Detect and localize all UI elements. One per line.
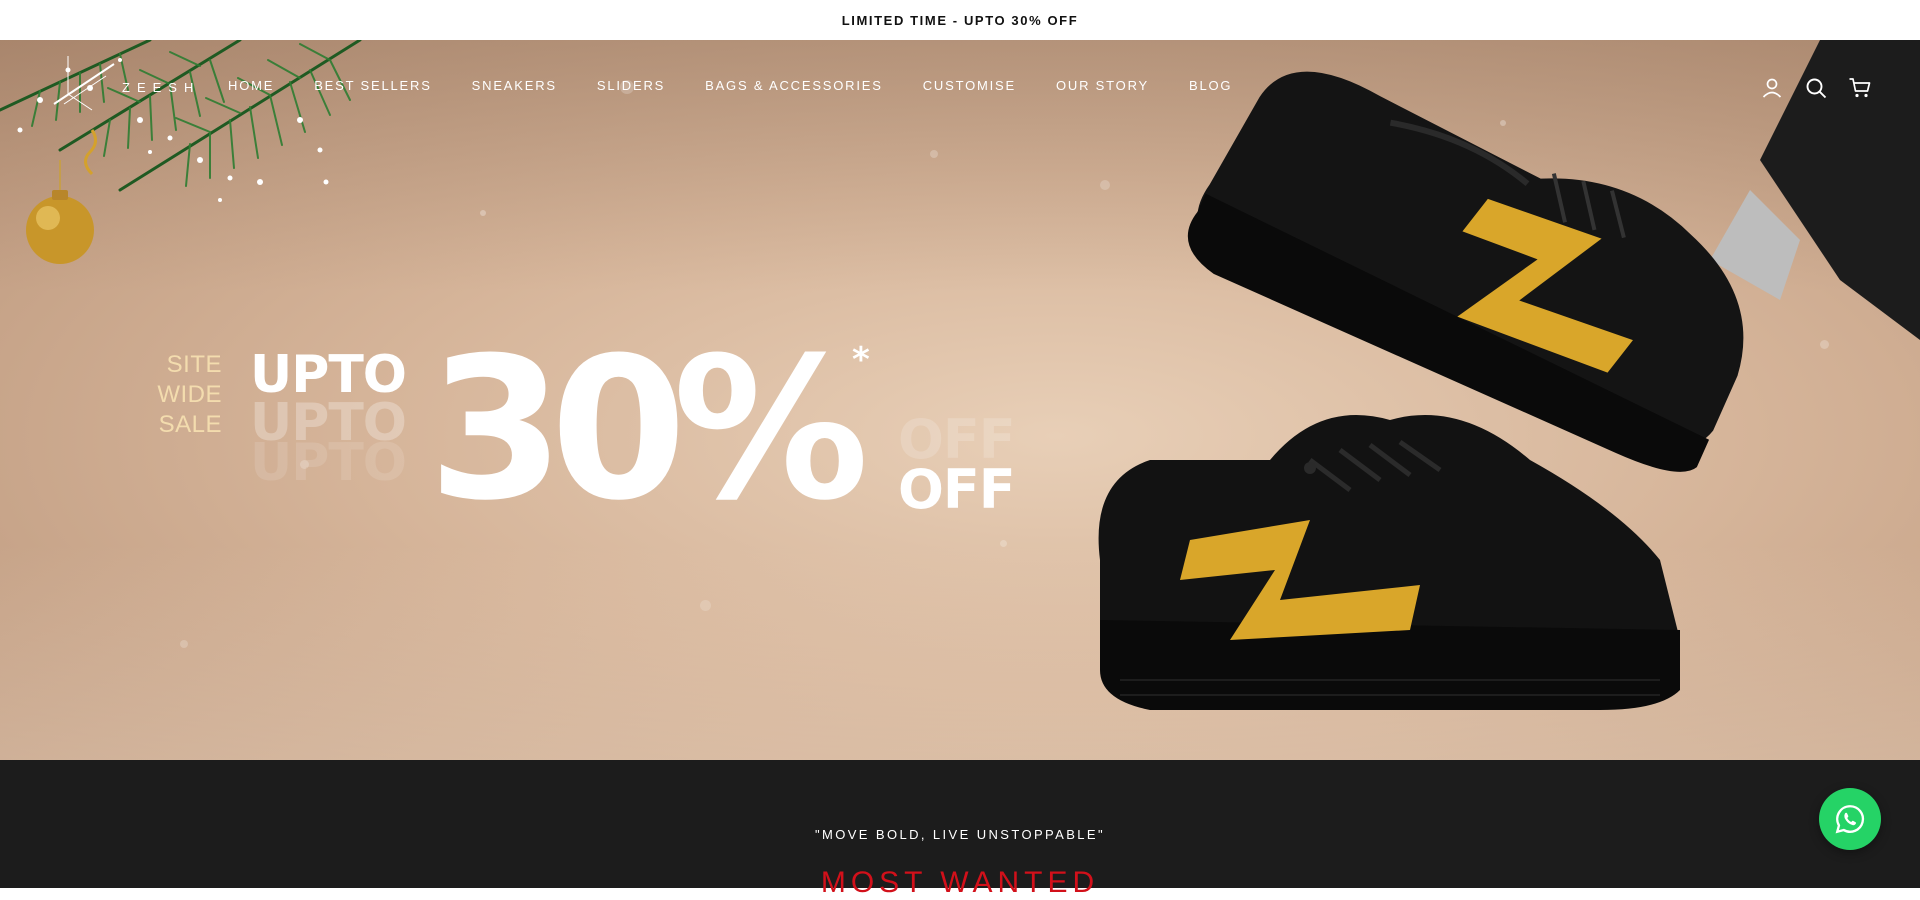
brand-logo[interactable]: ZEESH xyxy=(44,56,194,112)
section-title: MOST WANTED xyxy=(820,866,1100,899)
section-quote: "MOVE BOLD, LIVE UNSTOPPABLE" xyxy=(814,827,1106,842)
whatsapp-chat-button[interactable] xyxy=(1819,788,1881,850)
nav-item-blog[interactable]: BLOG xyxy=(1189,78,1232,93)
snowflake xyxy=(700,600,711,611)
nav-item-home[interactable]: HOME xyxy=(228,78,274,93)
sale-label: SITE WIDE SALE xyxy=(140,350,222,440)
discount-asterisk: * xyxy=(852,340,870,380)
nav-item-sliders[interactable]: SLIDERS xyxy=(597,78,665,93)
search-icon[interactable] xyxy=(1804,76,1828,100)
sale-line-1: SITE xyxy=(166,351,222,378)
sale-line-3: SALE xyxy=(158,411,222,438)
snowflake xyxy=(1000,540,1007,547)
account-icon[interactable] xyxy=(1760,76,1784,100)
most-wanted-section: "MOVE BOLD, LIVE UNSTOPPABLE" MOST WANTE… xyxy=(0,760,1920,899)
nav-item-customise[interactable]: CUSTOMISE xyxy=(923,78,1016,93)
cart-icon[interactable] xyxy=(1848,76,1872,100)
sneakers-image xyxy=(1098,40,1920,710)
site-header: ZEESH HOME BEST SELLERS SNEAKERS SLIDERS… xyxy=(0,40,1920,136)
announcement-bar[interactable]: LIMITED TIME - UPTO 30% OFF xyxy=(0,0,1920,40)
nav-item-sneakers[interactable]: SNEAKERS xyxy=(472,78,557,93)
brand-name: ZEESH xyxy=(122,80,201,95)
nav-item-bags-accessories[interactable]: BAGS & ACCESSORIES xyxy=(705,78,883,93)
discount-percent: 30% xyxy=(428,316,869,544)
main-nav: HOME BEST SELLERS SNEAKERS SLIDERS BAGS … xyxy=(228,78,1272,93)
header-actions xyxy=(1760,76,1872,100)
announcement-text: LIMITED TIME - UPTO 30% OFF xyxy=(841,12,1079,28)
whatsapp-icon xyxy=(1835,805,1865,834)
sale-line-2: WIDE xyxy=(157,381,222,408)
off-text: OFF xyxy=(898,458,1016,521)
snowflake xyxy=(930,150,938,158)
snowflake xyxy=(480,210,486,216)
snowflake xyxy=(180,640,188,648)
nav-item-best-sellers[interactable]: BEST SELLERS xyxy=(314,78,431,93)
logo-mark-icon xyxy=(53,56,115,111)
nav-item-our-story[interactable]: OUR STORY xyxy=(1056,78,1149,93)
upto-reflection: UPTO xyxy=(250,433,407,493)
